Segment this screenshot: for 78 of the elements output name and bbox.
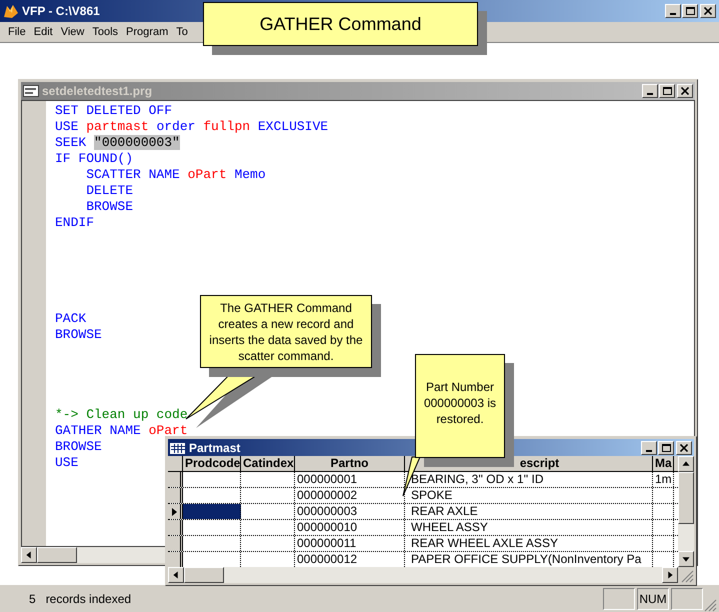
horizontal-scrollbar[interactable]	[168, 567, 678, 583]
code-line: PACK	[55, 311, 86, 327]
column-header[interactable]: Prodcode	[183, 456, 241, 471]
minimize-icon	[646, 450, 652, 452]
menu-item[interactable]: File	[4, 26, 30, 38]
code-line: GATHER NAME oPart	[55, 423, 188, 439]
maximize-button[interactable]	[682, 4, 698, 18]
resize-grip-icon[interactable]	[703, 598, 717, 612]
table-cell: WHEEL ASSY	[405, 520, 653, 535]
scroll-down-icon[interactable]	[678, 551, 694, 567]
close-button[interactable]	[677, 84, 693, 98]
fox-icon	[3, 3, 19, 19]
scroll-up-icon[interactable]	[678, 456, 694, 472]
table-cell: REAR WHEEL AXLE ASSY	[405, 536, 653, 551]
scroll-right-icon[interactable]	[662, 567, 678, 583]
maximize-icon	[662, 444, 670, 452]
code-line: SET DELETED OFF	[55, 103, 172, 119]
close-icon	[681, 87, 689, 95]
record-selector[interactable]	[168, 552, 183, 567]
record-selector[interactable]	[168, 520, 183, 535]
minimize-button[interactable]	[665, 4, 681, 18]
scroll-thumb[interactable]	[184, 567, 224, 583]
menu-item[interactable]: View	[56, 26, 88, 38]
minimize-button[interactable]	[641, 440, 657, 454]
scroll-thumb[interactable]	[37, 547, 77, 563]
menu-item[interactable]: Program	[122, 26, 172, 38]
code-line: SCATTER NAME oPart Memo	[85, 167, 266, 183]
code-line: ENDIF	[55, 215, 94, 231]
code-line: BROWSE	[85, 199, 134, 215]
code-line: USE partmast order fullpn EXCLUSIVE	[55, 119, 328, 135]
maximize-icon	[662, 87, 672, 95]
menu-item[interactable]: Edit	[30, 26, 57, 38]
column-header[interactable]: Ma	[653, 456, 674, 471]
minimize-icon	[670, 13, 676, 15]
vertical-scrollbar[interactable]	[678, 456, 694, 567]
code-line: DELETE	[85, 183, 134, 199]
horizontal-scrollbar[interactable]	[21, 547, 165, 563]
code-line: BROWSE	[55, 439, 102, 455]
close-button[interactable]	[676, 440, 692, 454]
grid-icon	[170, 442, 186, 454]
status-indicator: NUM	[637, 588, 669, 610]
minimize-button[interactable]	[642, 84, 658, 98]
menu-item[interactable]: Tools	[88, 26, 122, 38]
code-line: IF FOUND()	[55, 151, 134, 167]
status-pane	[603, 588, 635, 610]
code-line: SEEK "000000003"	[55, 135, 180, 151]
table-cell: 000000010	[295, 520, 405, 535]
record-selector[interactable]	[168, 488, 183, 503]
record-selector[interactable]	[168, 472, 183, 487]
record-count: 5	[29, 592, 36, 606]
column-header[interactable]: Catindex	[241, 456, 295, 471]
maximize-button[interactable]	[658, 440, 674, 454]
maximize-button[interactable]	[659, 84, 675, 98]
code-line: *-> Clean up code	[55, 407, 188, 423]
document-icon	[23, 85, 39, 97]
status-message: records indexed	[46, 592, 132, 606]
scroll-thumb[interactable]	[678, 472, 694, 524]
menu-item[interactable]: To	[172, 26, 192, 38]
status-pane	[671, 588, 703, 610]
table-cell: 000000011	[295, 536, 405, 551]
table-cell: 1m	[653, 472, 674, 487]
selected-cell[interactable]	[183, 504, 241, 519]
window-title: setdeletedtest1.prg	[42, 84, 152, 98]
code-line: BROWSE	[55, 327, 102, 343]
window-title: VFP - C:\V861	[22, 4, 100, 18]
code-line: USE	[55, 455, 78, 471]
table-cell: REAR AXLE	[405, 504, 653, 519]
minimize-icon	[647, 93, 653, 95]
scroll-left-icon[interactable]	[168, 567, 184, 583]
close-icon	[680, 444, 688, 452]
close-icon	[704, 7, 712, 15]
record-selector[interactable]	[168, 504, 183, 519]
scroll-left-icon[interactable]	[21, 547, 37, 563]
table-cell: 000000003	[295, 504, 405, 519]
close-button[interactable]	[700, 4, 716, 18]
window-title: Partmast	[189, 440, 240, 454]
maximize-icon	[686, 7, 694, 15]
record-selector[interactable]	[168, 536, 183, 551]
